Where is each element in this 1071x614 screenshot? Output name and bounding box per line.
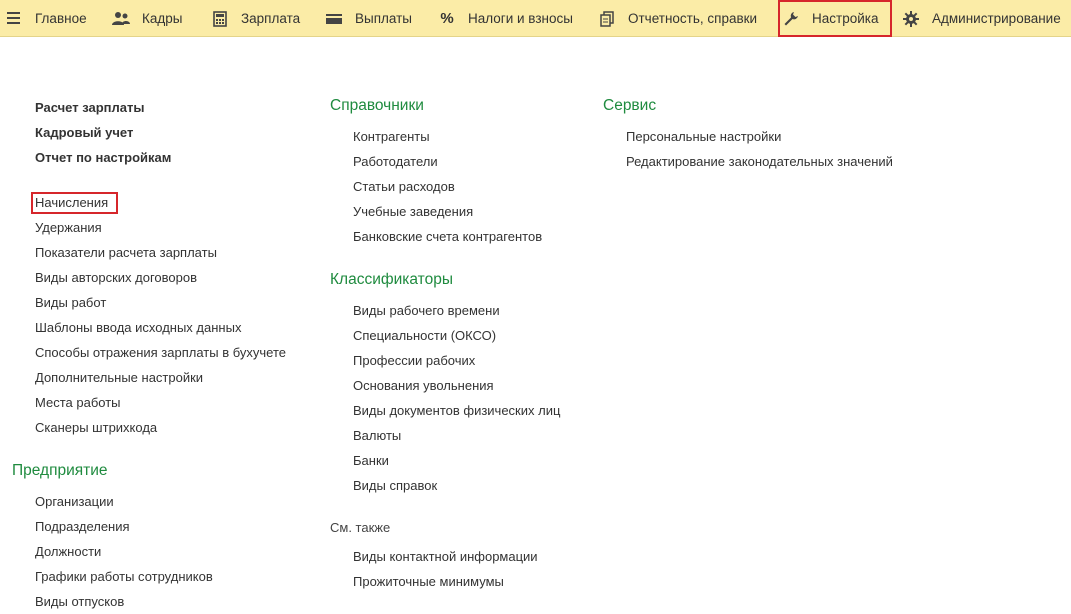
nav-item-admin[interactable]: Администрирование bbox=[902, 0, 1061, 37]
nav-item-label: Зарплата bbox=[241, 11, 301, 26]
link-counterparties[interactable]: Контрагенты bbox=[353, 129, 430, 144]
link-work-schedules[interactable]: Графики работы сотрудников bbox=[35, 569, 213, 584]
gear-icon bbox=[902, 10, 920, 28]
link-additional-settings[interactable]: Дополнительные настройки bbox=[35, 370, 203, 385]
link-input-templates[interactable]: Шаблоны ввода исходных данных bbox=[35, 320, 241, 335]
nav-item-label: Отчетность, справки bbox=[628, 11, 758, 26]
link-hr-accounting[interactable]: Кадровый учет bbox=[35, 125, 133, 140]
nav-item-taxes[interactable]: % Налоги и взносы bbox=[438, 0, 573, 37]
link-id-document-types[interactable]: Виды документов физических лиц bbox=[353, 403, 560, 418]
link-certificate-types[interactable]: Виды справок bbox=[353, 478, 437, 493]
link-settings-report[interactable]: Отчет по настройкам bbox=[35, 150, 171, 165]
top-nav-bar: Главное Кадры Зарплата Выплаты % Налоги … bbox=[0, 0, 1071, 37]
link-barcode-scanners[interactable]: Сканеры штрихкода bbox=[35, 420, 157, 435]
nav-item-label: Кадры bbox=[142, 11, 183, 26]
nav-item-label: Настройка bbox=[812, 11, 879, 26]
percent-icon: % bbox=[440, 10, 454, 27]
documents-icon bbox=[598, 10, 616, 28]
nav-item-label: Администрирование bbox=[932, 11, 1061, 26]
section-title-classifiers: Классификаторы bbox=[330, 271, 453, 288]
nav-item-reports[interactable]: Отчетность, справки bbox=[598, 0, 757, 37]
link-banks[interactable]: Банки bbox=[353, 453, 389, 468]
nav-item-label: Выплаты bbox=[355, 11, 412, 26]
wrench-icon bbox=[782, 10, 800, 28]
link-author-contract-types[interactable]: Виды авторских договоров bbox=[35, 270, 197, 285]
link-accruals[interactable]: Начисления bbox=[35, 195, 108, 210]
section-title-enterprise: Предприятие bbox=[12, 462, 108, 479]
link-expense-items[interactable]: Статьи расходов bbox=[353, 179, 455, 194]
link-organizations[interactable]: Организации bbox=[35, 494, 114, 509]
section-title-service: Сервис bbox=[603, 97, 657, 114]
link-specialties[interactable]: Специальности (ОКСО) bbox=[353, 328, 496, 343]
link-legislative-values[interactable]: Редактирование законодательных значений bbox=[626, 154, 893, 169]
nav-item-personnel[interactable]: Кадры bbox=[112, 0, 182, 37]
link-workplaces[interactable]: Места работы bbox=[35, 395, 121, 410]
link-vacation-types[interactable]: Виды отпусков bbox=[35, 594, 124, 609]
link-employers[interactable]: Работодатели bbox=[353, 154, 438, 169]
link-positions[interactable]: Должности bbox=[35, 544, 101, 559]
nav-item-settings[interactable]: Настройка bbox=[778, 0, 892, 37]
link-dismissal-grounds[interactable]: Основания увольнения bbox=[353, 378, 494, 393]
link-salary-indicators[interactable]: Показатели расчета зарплаты bbox=[35, 245, 217, 260]
menu-icon[interactable] bbox=[6, 10, 22, 26]
link-salary-calculation[interactable]: Расчет зарплаты bbox=[35, 100, 144, 115]
nav-item-main[interactable]: Главное bbox=[35, 0, 87, 37]
calculator-icon bbox=[211, 10, 229, 28]
link-work-time-types[interactable]: Виды рабочего времени bbox=[353, 303, 500, 318]
link-work-types[interactable]: Виды работ bbox=[35, 295, 106, 310]
link-contact-info-types[interactable]: Виды контактной информации bbox=[353, 549, 538, 564]
nav-item-label: Главное bbox=[35, 11, 87, 26]
link-educational-institutions[interactable]: Учебные заведения bbox=[353, 204, 473, 219]
nav-item-label: Налоги и взносы bbox=[468, 11, 573, 26]
link-personal-settings[interactable]: Персональные настройки bbox=[626, 129, 781, 144]
section-title-references: Справочники bbox=[330, 97, 424, 114]
link-subsistence-minimums[interactable]: Прожиточные минимумы bbox=[353, 574, 504, 589]
wallet-icon bbox=[325, 10, 343, 28]
nav-item-payments[interactable]: Выплаты bbox=[325, 0, 412, 37]
link-currencies[interactable]: Валюты bbox=[353, 428, 401, 443]
link-worker-professions[interactable]: Профессии рабочих bbox=[353, 353, 475, 368]
link-deductions[interactable]: Удержания bbox=[35, 220, 102, 235]
link-counterparty-bank-accounts[interactable]: Банковские счета контрагентов bbox=[353, 229, 542, 244]
link-departments[interactable]: Подразделения bbox=[35, 519, 130, 534]
section-title-see-also: См. также bbox=[330, 520, 391, 535]
nav-item-salary[interactable]: Зарплата bbox=[211, 0, 300, 37]
link-salary-accounting-methods[interactable]: Способы отражения зарплаты в бухучете bbox=[35, 345, 286, 360]
people-icon bbox=[112, 10, 130, 28]
